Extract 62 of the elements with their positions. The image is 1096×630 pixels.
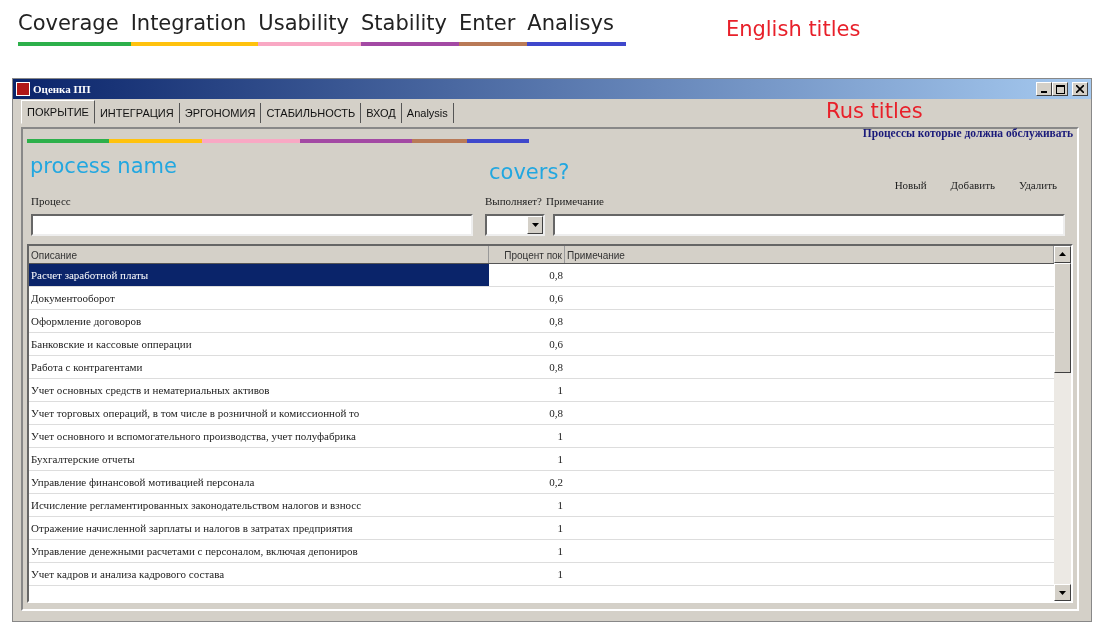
tab[interactable]: ПОКРЫТИЕ — [21, 100, 95, 124]
table-cell-text: 0,8 — [548, 313, 564, 329]
process-field[interactable] — [31, 213, 473, 236]
field-label: Выполняет? — [485, 194, 542, 209]
table-cell-text: 1 — [556, 497, 564, 513]
column-header[interactable]: Описание — [29, 245, 489, 263]
annotation-caption: covers? — [489, 159, 570, 186]
table-cell-text: 1 — [556, 520, 564, 536]
field-label: Примечание — [546, 194, 604, 209]
table-cell-text: Исчисление регламентированных законодательством налогов и взносс — [30, 497, 363, 513]
table-cell-text: 0,6 — [548, 336, 564, 352]
table-cell-text: 1 — [556, 543, 564, 559]
table-cell-text: Учет основного и вспомогательного производства, учет полуфабрика — [30, 428, 357, 444]
table-cell-text: Оформление договоров — [30, 313, 143, 329]
table-cell-text: Учет торговых операций, в том числе в розничной и комиссионной то — [30, 405, 361, 421]
english-title: Enter — [458, 8, 528, 46]
english-title: Coverage — [18, 8, 131, 46]
maximize-button[interactable] — [1052, 82, 1068, 96]
annotation-caption: process name — [30, 153, 177, 180]
table-cell-text: Отражение начисленной зарплаты и налогов в затратах предприятия — [30, 520, 354, 536]
annotation-caption: English titles — [725, 16, 861, 43]
english-title: Integration — [130, 8, 259, 46]
scroll-up-icon[interactable] — [1054, 245, 1071, 263]
column-header[interactable]: Процент пок — [489, 245, 565, 263]
table-cell-text: 0,6 — [548, 290, 564, 306]
scroll-thumb[interactable] — [1054, 262, 1071, 373]
close-icon — [1076, 85, 1084, 93]
table-cell-text: 0,8 — [548, 267, 564, 283]
table-cell-text: 0,8 — [548, 405, 564, 421]
maximize-icon — [1055, 84, 1065, 94]
table-cell-text: 0,2 — [548, 474, 564, 490]
field-label: Процесс — [31, 194, 72, 209]
table-cell-text: Учет основных средств и нематериальных активов — [30, 382, 271, 398]
close-button[interactable] — [1072, 82, 1088, 96]
table-cell-text: Управление финансовой мотивацией персонала — [30, 474, 256, 490]
table-cell-text: Бухгалтерские отчеты — [30, 451, 136, 467]
table-cell-text: 1 — [556, 428, 564, 444]
english-title: Analisys — [527, 8, 626, 46]
covers-dropdown[interactable] — [485, 213, 545, 236]
minimize-button[interactable] — [1036, 82, 1052, 96]
note-field[interactable] — [553, 213, 1065, 236]
annotation-caption: Rus titles — [826, 98, 923, 125]
window-title: Оценка ПП — [33, 81, 91, 97]
table-cell-text: Управление денежными расчетами с персоналом, включая депониров — [30, 543, 359, 559]
table-cell-text: 1 — [556, 382, 564, 398]
english-title: Usability — [258, 8, 362, 46]
toolbar-button[interactable]: Удалить — [1018, 177, 1057, 194]
toolbar-button[interactable]: Новый — [894, 177, 927, 194]
table-cell-text: 1 — [556, 451, 564, 467]
table-cell-text: Документооборот — [30, 290, 116, 306]
table-cell-text: Банковские и кассовые опперации — [30, 336, 193, 352]
english-title: Stability — [361, 8, 459, 46]
table-cell: Расчет заработной платы — [29, 263, 489, 286]
table-cell-text: 1 — [556, 566, 564, 582]
table-cell-text: 0,8 — [548, 359, 564, 375]
app-icon — [16, 82, 30, 96]
toolbar-button[interactable]: Добавить — [950, 177, 995, 194]
scrollbar[interactable] — [1054, 245, 1071, 601]
section-title: Процессы которые должна обслуживать — [862, 126, 1073, 142]
table-cell-text: Работа с контрагентами — [30, 359, 144, 375]
table-cell-text: Учет кадров и анализа кадрового состава — [30, 566, 226, 582]
scroll-down-icon[interactable] — [1054, 584, 1071, 601]
